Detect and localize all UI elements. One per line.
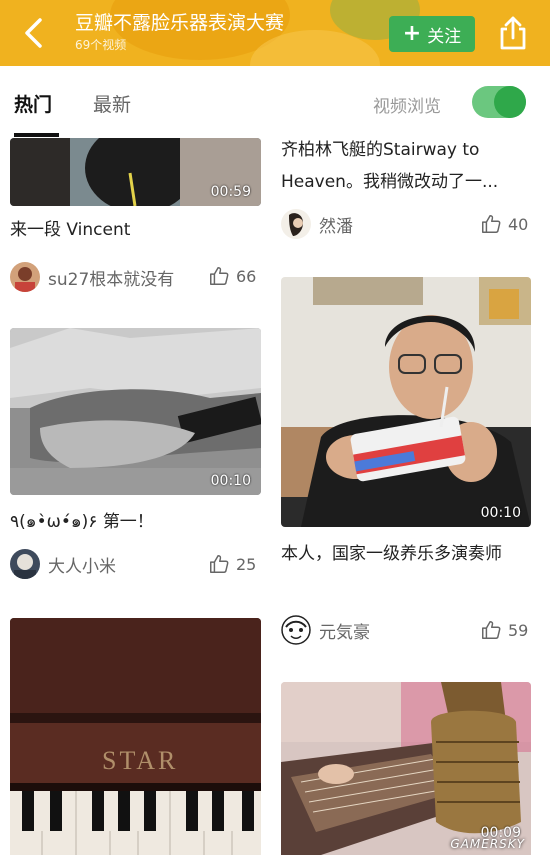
video-thumbnail[interactable]: STAR bbox=[10, 618, 261, 855]
video-duration: 00:10 bbox=[210, 473, 251, 489]
back-button[interactable] bbox=[18, 14, 52, 52]
like-count: 25 bbox=[236, 554, 257, 574]
author-row[interactable]: 大人小米 bbox=[10, 549, 116, 579]
video-caption[interactable]: 来一段 Vincent bbox=[10, 216, 261, 244]
like-count: 59 bbox=[508, 620, 529, 640]
author-row[interactable]: 元気豪 bbox=[281, 615, 370, 645]
share-button[interactable] bbox=[496, 14, 530, 52]
avatar bbox=[281, 209, 311, 239]
follow-label: 关注 bbox=[427, 26, 462, 47]
plus-icon: + bbox=[402, 21, 422, 46]
video-duration: 00:10 bbox=[480, 505, 521, 521]
author-row[interactable]: su27根本就没有 bbox=[10, 262, 174, 292]
author-name: 大人小米 bbox=[48, 556, 116, 577]
video-caption[interactable]: ٩(๑•̀ω•́๑)۶ 第一！ bbox=[10, 508, 261, 536]
active-tab-indicator bbox=[14, 133, 59, 137]
video-thumbnail[interactable]: 00:10 bbox=[281, 277, 531, 527]
share-icon bbox=[500, 16, 526, 50]
video-thumbnail[interactable]: 00:10 bbox=[10, 328, 261, 495]
avatar bbox=[281, 615, 311, 645]
video-caption[interactable]: 本人，国家一级养乐多演奏师 bbox=[281, 538, 531, 570]
author-name: su27根本就没有 bbox=[48, 269, 175, 290]
like-count: 66 bbox=[236, 266, 257, 286]
video-thumbnail[interactable]: 00:59 bbox=[10, 138, 261, 206]
video-thumbnail[interactable]: 00:09 GAMERSKY bbox=[281, 682, 531, 855]
thumbs-up-icon bbox=[482, 621, 501, 639]
avatar bbox=[10, 549, 40, 579]
like-button[interactable]: 25 bbox=[208, 553, 256, 575]
author-row[interactable]: 然潘 bbox=[281, 209, 353, 239]
like-button[interactable]: 59 bbox=[480, 619, 528, 641]
like-count: 40 bbox=[508, 214, 529, 234]
avatar bbox=[10, 262, 40, 292]
follow-button[interactable]: + 关注 bbox=[389, 16, 475, 52]
page-title: 豆瓣不露脸乐器表演大赛 bbox=[75, 12, 285, 34]
top-bar: 豆瓣不露脸乐器表演大赛 69个视频 + 关注 bbox=[0, 0, 550, 66]
video-browse-label: 视频浏览 bbox=[373, 97, 441, 117]
video-caption[interactable]: 齐柏林飞艇的Stairway to Heaven。我稍微改动了一... bbox=[281, 134, 521, 198]
video-frame-image bbox=[281, 277, 531, 527]
watermark: GAMERSKY bbox=[450, 837, 525, 851]
toggle-knob bbox=[494, 86, 526, 118]
back-icon bbox=[25, 18, 42, 48]
tab-hot[interactable]: 热门 bbox=[14, 90, 52, 117]
piano-brand-text: STAR bbox=[102, 746, 179, 775]
video-duration: 00:59 bbox=[210, 184, 251, 200]
thumbs-up-icon bbox=[210, 267, 229, 285]
thumbs-up-icon bbox=[482, 215, 501, 233]
thumbs-up-icon bbox=[210, 555, 229, 573]
author-name: 然潘 bbox=[319, 216, 353, 237]
like-button[interactable]: 66 bbox=[208, 265, 256, 287]
tab-new[interactable]: 最新 bbox=[93, 90, 131, 117]
video-frame-image bbox=[10, 328, 261, 495]
video-browse-toggle[interactable] bbox=[472, 86, 526, 118]
tab-bar: 热门 最新 视频浏览 bbox=[0, 66, 550, 138]
like-button[interactable]: 40 bbox=[480, 213, 528, 235]
author-name: 元気豪 bbox=[319, 622, 370, 643]
video-count: 69个视频 bbox=[75, 38, 127, 52]
video-frame-image bbox=[10, 618, 261, 855]
